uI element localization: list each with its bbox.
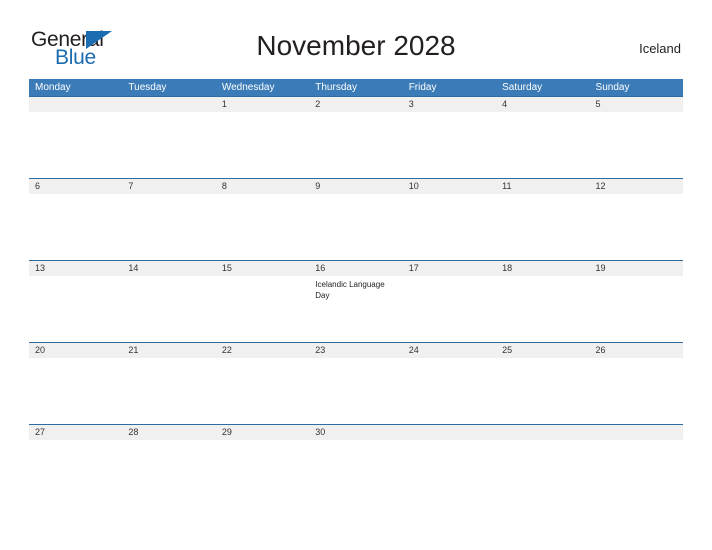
weekday-header-row: Monday Tuesday Wednesday Thursday Friday… [29,79,683,96]
date-number[interactable]: 21 [122,343,215,358]
day-cell[interactable] [122,440,215,502]
date-number[interactable] [29,97,122,112]
date-number[interactable]: 5 [590,97,683,112]
date-number[interactable]: 20 [29,343,122,358]
day-cell[interactable] [122,194,215,260]
day-cell[interactable] [216,358,309,424]
country-label: Iceland [639,41,681,56]
date-number[interactable]: 18 [496,261,589,276]
date-number[interactable]: 30 [309,425,402,440]
day-cell[interactable] [496,440,589,502]
date-number[interactable]: 12 [590,179,683,194]
calendar-week: 6 7 8 9 10 11 12 [29,178,683,260]
day-cell[interactable] [216,112,309,178]
day-cell[interactable] [309,194,402,260]
day-cell[interactable] [29,440,122,502]
day-cell[interactable] [29,358,122,424]
day-cell[interactable] [29,112,122,178]
day-cell[interactable] [496,276,589,342]
day-cell-with-event[interactable]: Icelandic Language Day [309,276,402,342]
day-cell[interactable] [590,112,683,178]
calendar-week: 20 21 22 23 24 25 26 [29,342,683,424]
calendar-week: 27 28 29 30 [29,424,683,502]
day-cell[interactable] [403,276,496,342]
date-number-row: 6 7 8 9 10 11 12 [29,178,683,194]
date-number[interactable]: 3 [403,97,496,112]
date-number[interactable]: 11 [496,179,589,194]
day-cell[interactable] [403,112,496,178]
day-content-row [29,358,683,424]
day-cell[interactable] [496,194,589,260]
date-number[interactable]: 25 [496,343,589,358]
date-number-row: 27 28 29 30 [29,424,683,440]
date-number[interactable]: 28 [122,425,215,440]
date-number[interactable]: 6 [29,179,122,194]
date-number[interactable]: 8 [216,179,309,194]
date-number-row: 13 14 15 16 17 18 19 [29,260,683,276]
weekday-header-tuesday: Tuesday [128,82,167,93]
date-number-row: 1 2 3 4 5 [29,96,683,112]
date-number[interactable]: 15 [216,261,309,276]
date-number[interactable]: 29 [216,425,309,440]
day-cell[interactable] [309,440,402,502]
day-cell[interactable] [496,358,589,424]
date-number[interactable]: 22 [216,343,309,358]
date-number-row: 20 21 22 23 24 25 26 [29,342,683,358]
date-number[interactable]: 13 [29,261,122,276]
weekday-header-wednesday: Wednesday [221,82,275,93]
day-cell[interactable] [590,440,683,502]
day-cell[interactable] [590,358,683,424]
date-number[interactable] [590,425,683,440]
day-cell[interactable] [122,358,215,424]
date-number[interactable] [496,425,589,440]
date-number[interactable]: 10 [403,179,496,194]
day-cell[interactable] [496,112,589,178]
day-cell[interactable] [403,440,496,502]
date-number[interactable] [122,97,215,112]
day-content-row [29,440,683,502]
weekday-header-saturday: Saturday [502,82,543,93]
day-cell[interactable] [122,112,215,178]
day-cell[interactable] [590,276,683,342]
day-cell[interactable] [216,440,309,502]
date-number[interactable]: 14 [122,261,215,276]
date-number[interactable]: 1 [216,97,309,112]
day-cell[interactable] [403,194,496,260]
day-cell[interactable] [29,276,122,342]
date-number[interactable]: 24 [403,343,496,358]
date-number[interactable]: 27 [29,425,122,440]
day-cell[interactable] [29,194,122,260]
day-cell[interactable] [403,358,496,424]
event-label: Icelandic Language Day [315,280,385,300]
day-content-row [29,112,683,178]
day-cell[interactable] [122,276,215,342]
calendar-week: 1 2 3 4 5 [29,96,683,178]
day-cell[interactable] [309,112,402,178]
date-number[interactable]: 16 [309,261,402,276]
page-title: November 2028 [256,30,456,61]
calendar-page: General Blue November 2028 Iceland Monda… [0,0,712,550]
weekday-header-sunday: Sunday [595,82,630,93]
date-number[interactable]: 9 [309,179,402,194]
date-number[interactable]: 23 [309,343,402,358]
day-content-row [29,194,683,260]
day-cell[interactable] [216,276,309,342]
day-cell[interactable] [216,194,309,260]
weekday-header-monday: Monday [35,82,71,93]
day-content-row: Icelandic Language Day [29,276,683,342]
day-cell[interactable] [309,358,402,424]
date-number[interactable]: 17 [403,261,496,276]
day-cell[interactable] [590,194,683,260]
date-number[interactable]: 19 [590,261,683,276]
weekday-header-friday: Friday [408,82,437,93]
calendar-grid: Monday Tuesday Wednesday Thursday Friday… [29,79,683,502]
date-number[interactable]: 2 [309,97,402,112]
date-number[interactable] [403,425,496,440]
weekday-header-thursday: Thursday [315,82,357,93]
date-number[interactable]: 4 [496,97,589,112]
date-number[interactable]: 7 [122,179,215,194]
calendar-week: 13 14 15 16 17 18 19 Icelandic Language … [29,260,683,342]
page-header: General Blue November 2028 Iceland [0,0,712,69]
date-number[interactable]: 26 [590,343,683,358]
